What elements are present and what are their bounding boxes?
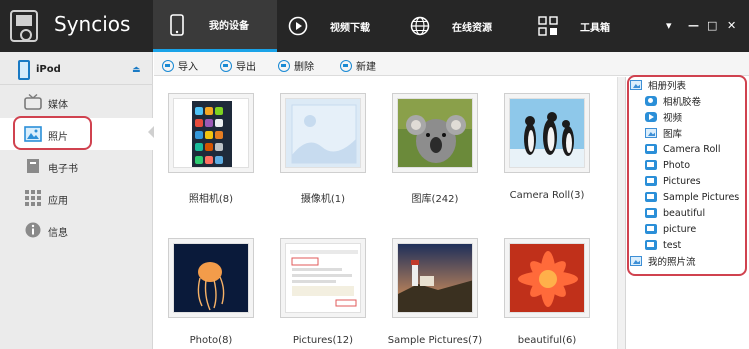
tv-icon (24, 93, 42, 110)
album-tile-photo[interactable] (168, 238, 254, 318)
sidebar-item-media[interactable]: 媒体 (0, 86, 153, 118)
sidebar-item-label: 应用 (48, 196, 68, 207)
device-name: iPod (36, 64, 61, 75)
delete-icon (278, 59, 290, 72)
album-thumbnail (173, 243, 249, 313)
album-label: 摄像机(1) (300, 194, 346, 205)
sidebar: iPod ⏏ 媒体 照片 电子书 应用 信息 (0, 52, 153, 349)
sidebar-item-label: 电子书 (48, 164, 78, 175)
grid-icon (538, 15, 558, 37)
album-grid: 照相机(8) 摄像机(1) 图库(242) Camera Roll(3) Pho… (154, 77, 625, 349)
album-label: beautiful(6) (517, 335, 577, 346)
import-icon (162, 59, 174, 72)
tab-video-download[interactable]: 视频下载 (288, 0, 406, 52)
sidebar-item-info[interactable]: 信息 (0, 214, 153, 246)
grid-scrollbar[interactable] (617, 77, 625, 349)
album-label: Sample Pictures(7) (387, 335, 483, 346)
tab-toolbox-label: 工具箱 (580, 22, 610, 34)
album-tile-library[interactable] (392, 93, 478, 173)
divider (0, 84, 153, 85)
maximize-button[interactable]: □ (707, 19, 717, 32)
ipod-logo-icon (10, 10, 38, 42)
app-name: Syncios (54, 12, 131, 36)
eject-icon[interactable]: ⏏ (132, 65, 141, 75)
app-logo: Syncios (10, 8, 160, 46)
tab-my-device-label: 我的设备 (209, 21, 249, 32)
album-tile-camcorder[interactable] (280, 93, 366, 173)
phone-icon (167, 13, 187, 36)
apps-grid-icon (24, 190, 42, 206)
album-tile-beautiful[interactable] (504, 238, 590, 318)
album-label: 图库(242) (411, 194, 459, 205)
play-icon (288, 15, 308, 37)
tab-toolbox[interactable]: 工具箱 (538, 0, 648, 52)
device-row[interactable]: iPod ⏏ (0, 60, 153, 80)
ipod-device-icon (18, 60, 30, 80)
album-tile-pictures[interactable] (280, 238, 366, 318)
book-icon (24, 158, 42, 174)
tab-online-resources-label: 在线资源 (452, 22, 492, 34)
sidebar-item-label: 媒体 (48, 100, 68, 111)
tab-video-download-label: 视频下载 (330, 22, 370, 34)
album-label: Photo(8) (189, 335, 233, 346)
delete-label: 删除 (294, 62, 314, 73)
sidebar-item-ebooks[interactable]: 电子书 (0, 150, 153, 182)
export-button[interactable]: 导出 (220, 58, 256, 73)
import-label: 导入 (178, 62, 198, 73)
album-label: Pictures(12) (292, 335, 354, 346)
album-thumbnail (509, 243, 585, 313)
export-icon (220, 59, 232, 72)
export-label: 导出 (236, 62, 256, 73)
album-label: Camera Roll(3) (509, 190, 585, 201)
photos-highlight-annotation (13, 116, 92, 150)
sidebar-item-apps[interactable]: 应用 (0, 182, 153, 214)
minimize-button[interactable]: — (688, 19, 699, 32)
delete-button[interactable]: 删除 (278, 58, 314, 73)
globe-icon (410, 15, 430, 37)
sidebar-item-label: 信息 (48, 228, 68, 239)
info-icon (24, 222, 42, 238)
album-thumbnail (397, 243, 473, 313)
album-tile-camera[interactable] (168, 93, 254, 173)
tab-my-device[interactable]: 我的设备 (153, 0, 277, 52)
menu-dropdown-button[interactable]: ▾ (666, 19, 672, 32)
album-label: 照相机(8) (188, 194, 234, 205)
album-thumbnail (285, 98, 361, 168)
album-thumbnail (397, 98, 473, 168)
top-bar: Syncios 我的设备 视频下载 在线资源 工具箱 ▾ — □ ✕ (0, 0, 749, 52)
album-tile-sample-pictures[interactable] (392, 238, 478, 318)
album-thumbnail (509, 98, 585, 168)
album-tile-camera-roll[interactable] (504, 93, 590, 173)
album-thumbnail (173, 98, 249, 168)
toolbar: 导入 导出 删除 新建 (154, 52, 749, 76)
album-thumbnail (285, 243, 361, 313)
album-tree-highlight-annotation (627, 75, 747, 276)
close-button[interactable]: ✕ (727, 19, 736, 32)
new-icon (340, 59, 352, 72)
new-label: 新建 (356, 62, 376, 73)
import-button[interactable]: 导入 (162, 58, 198, 73)
tab-online-resources[interactable]: 在线资源 (410, 0, 528, 52)
new-album-button[interactable]: 新建 (340, 58, 376, 73)
